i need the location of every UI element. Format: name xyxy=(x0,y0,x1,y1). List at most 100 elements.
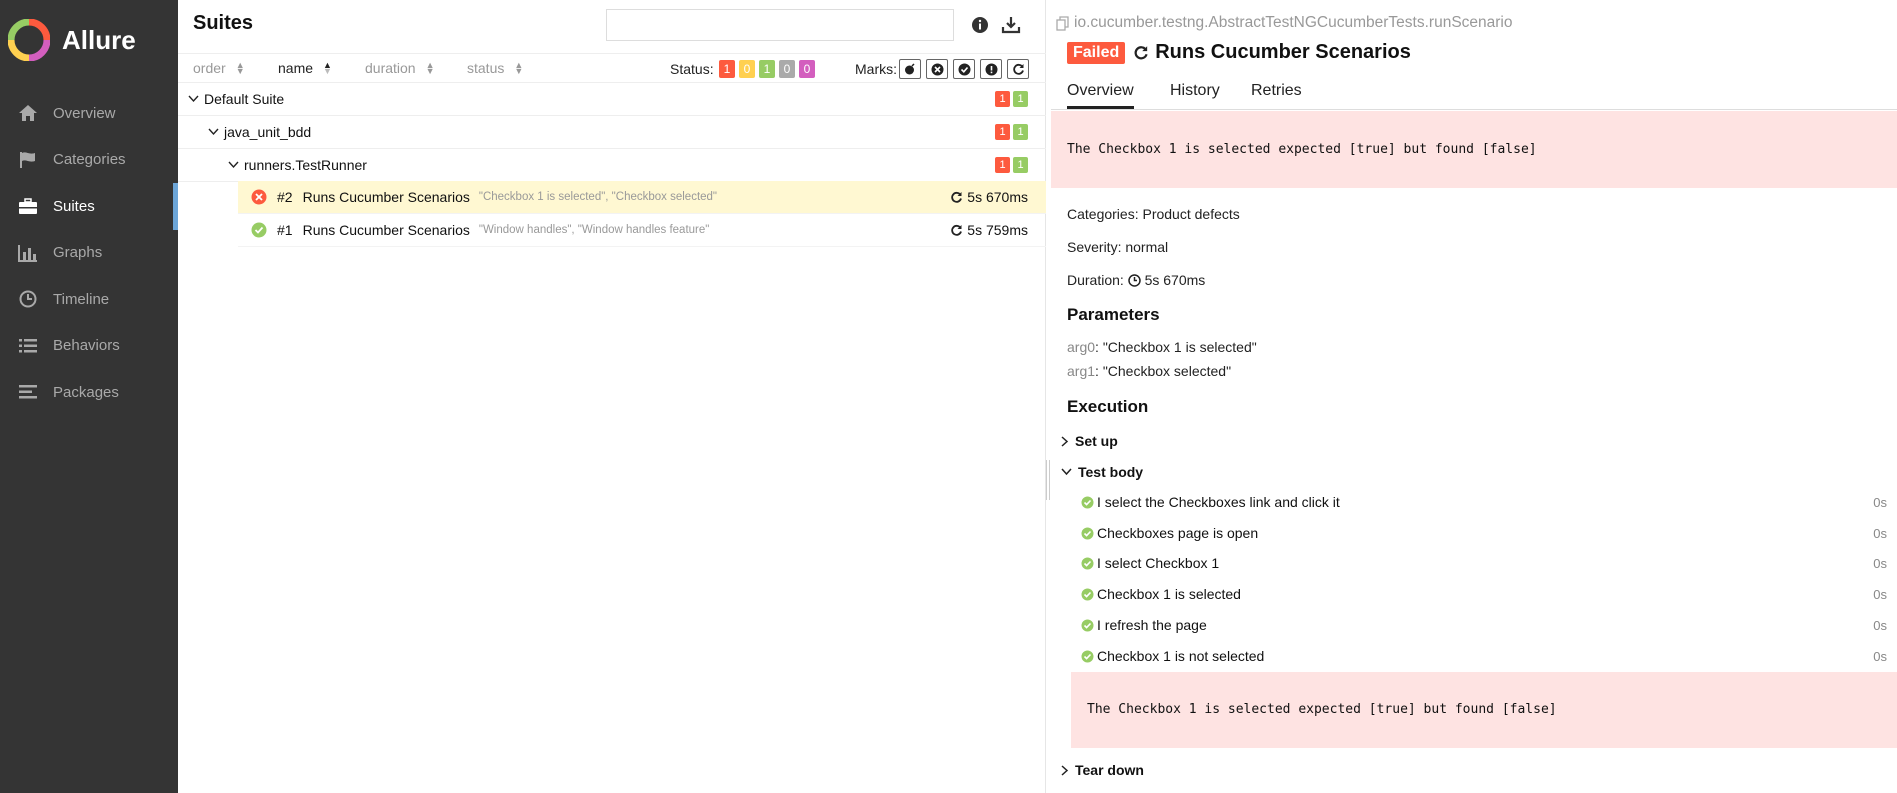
sidebar-item-graphs[interactable]: Graphs xyxy=(0,230,178,277)
test-duration: 5s 759ms xyxy=(950,222,1028,238)
failed-count-badge: 1 xyxy=(995,157,1010,173)
teardown-section[interactable]: Tear down xyxy=(1061,762,1144,778)
setup-section[interactable]: Set up xyxy=(1061,433,1118,449)
tree-node-default-suite[interactable]: Default Suite 1 1 xyxy=(178,83,1046,116)
test-params: "Window handles", "Window handles featur… xyxy=(478,224,710,236)
status-filter-failed[interactable]: 1 xyxy=(719,60,735,78)
failed-count-badge: 1 xyxy=(995,124,1010,140)
refresh-icon xyxy=(951,191,963,203)
allure-logo-icon xyxy=(8,19,50,61)
mark-new-passed-button[interactable] xyxy=(953,59,975,79)
parameter-value: "Checkbox 1 is selected" xyxy=(1102,339,1257,355)
status-filter-unknown[interactable]: 0 xyxy=(799,60,815,78)
passed-status-icon xyxy=(1081,496,1094,508)
sort-order[interactable]: order ▲ ▼ xyxy=(193,60,245,76)
error-message-box: The Checkbox 1 is selected expected [tru… xyxy=(1051,111,1897,188)
tree-node-counts: 1 1 xyxy=(995,91,1028,107)
passed-status-icon xyxy=(1081,557,1094,569)
suites-pane: Suites order ▲ ▼ name ▲ ▼ duration ▲ ▼ stat… xyxy=(178,0,1046,793)
test-title: Runs Cucumber Scenarios xyxy=(1133,41,1411,64)
sidebar-item-timeline[interactable]: Timeline xyxy=(0,276,178,323)
marks-filter xyxy=(899,59,1029,79)
step-row[interactable]: I refresh the page 0s xyxy=(1081,617,1887,633)
step-row[interactable]: I select Checkbox 1 0s xyxy=(1081,555,1887,571)
tab-history[interactable]: History xyxy=(1170,82,1220,106)
severity-value: normal xyxy=(1125,239,1169,255)
step-row[interactable]: Checkboxes page is open 0s xyxy=(1081,525,1887,541)
sort-arrows-icon: ▲ ▼ xyxy=(235,60,245,76)
test-number: #2 xyxy=(277,189,293,205)
tree-node-label: runners.TestRunner xyxy=(244,157,367,173)
step-row[interactable]: I select the Checkboxes link and click i… xyxy=(1081,494,1887,510)
passed-status-icon xyxy=(1081,650,1094,662)
align-left-icon xyxy=(17,381,39,403)
allure-report: Allure Overview Categories Suites Graphs… xyxy=(0,0,1897,793)
test-body-section[interactable]: Test body xyxy=(1061,464,1143,480)
status-filter-passed[interactable]: 1 xyxy=(759,60,775,78)
parameter-row: arg0: "Checkbox 1 is selected" xyxy=(1067,339,1257,355)
sort-status-label: status xyxy=(467,60,505,76)
step-duration: 0s xyxy=(1873,586,1887,602)
step-name: I select the Checkboxes link and click i… xyxy=(1097,494,1340,510)
sort-duration[interactable]: duration ▲ ▼ xyxy=(365,60,435,76)
copy-icon[interactable] xyxy=(1056,15,1070,31)
tree-node-java-unit-bdd[interactable]: java_unit_bdd 1 1 xyxy=(178,116,1046,149)
bomb-icon xyxy=(905,63,915,75)
step-row[interactable]: Checkbox 1 is selected 0s xyxy=(1081,586,1887,602)
sort-status[interactable]: status ▲ ▼ xyxy=(467,60,523,76)
sidebar-item-suites[interactable]: Suites xyxy=(0,183,178,230)
sort-arrows-icon: ▲ ▼ xyxy=(323,60,332,76)
chevron-down-icon xyxy=(1061,468,1072,476)
search-input[interactable] xyxy=(606,9,954,41)
times-circle-icon xyxy=(931,63,943,75)
mark-new-failed-button[interactable] xyxy=(926,59,948,79)
detail-tabs: Overview History Retries xyxy=(1051,80,1897,110)
page-title: Suites xyxy=(193,12,254,34)
chevron-down-icon xyxy=(226,161,240,169)
tab-overview[interactable]: Overview xyxy=(1067,82,1134,109)
sort-name[interactable]: name ▲ ▼ xyxy=(278,60,332,76)
test-row[interactable]: #2 Runs Cucumber Scenarios "Checkbox 1 i… xyxy=(238,181,1046,214)
step-row[interactable]: Checkbox 1 is not selected 0s xyxy=(1081,648,1887,664)
logo[interactable]: Allure xyxy=(8,18,136,62)
parameters-heading: Parameters xyxy=(1067,305,1160,324)
sidebar-item-categories[interactable]: Categories xyxy=(0,137,178,184)
step-error-box: The Checkbox 1 is selected expected [tru… xyxy=(1071,672,1897,748)
tree-node-runners-testrunner[interactable]: runners.TestRunner 1 1 xyxy=(178,149,1046,182)
check-circle-icon xyxy=(958,63,970,75)
step-duration: 0s xyxy=(1873,494,1887,510)
step-duration: 0s xyxy=(1873,617,1887,633)
brand-name: Allure xyxy=(62,24,136,55)
tab-retries[interactable]: Retries xyxy=(1251,82,1302,106)
mark-flaky-button[interactable] xyxy=(899,59,921,79)
severity-info: Severity: normal xyxy=(1067,239,1168,255)
sidebar-item-label: Suites xyxy=(53,197,95,215)
tree-node-label: Default Suite xyxy=(204,91,285,107)
refresh-icon xyxy=(1134,45,1148,59)
sidebar: Allure Overview Categories Suites Graphs… xyxy=(0,0,178,793)
sidebar-nav: Overview Categories Suites Graphs Timeli… xyxy=(0,90,178,416)
tree-node-counts: 1 1 xyxy=(995,124,1028,140)
sidebar-item-packages[interactable]: Packages xyxy=(0,369,178,416)
download-icon[interactable] xyxy=(1000,14,1022,36)
flag-icon xyxy=(17,149,39,171)
test-params: "Checkbox 1 is selected", "Checkbox sele… xyxy=(478,191,718,203)
test-row[interactable]: #1 Runs Cucumber Scenarios "Window handl… xyxy=(238,214,1046,247)
chevron-down-icon xyxy=(186,95,200,103)
sidebar-item-label: Timeline xyxy=(53,290,110,308)
failed-count-badge: 1 xyxy=(995,91,1010,107)
sort-order-label: order xyxy=(193,60,226,76)
tree-node-label: java_unit_bdd xyxy=(224,124,312,140)
briefcase-icon xyxy=(17,195,39,217)
info-icon[interactable] xyxy=(969,14,991,36)
sidebar-item-behaviors[interactable]: Behaviors xyxy=(0,323,178,370)
mark-new-broken-button[interactable] xyxy=(980,59,1002,79)
status-filter-broken[interactable]: 0 xyxy=(739,60,755,78)
mark-retries-button[interactable] xyxy=(1007,59,1029,79)
status-filter-skipped[interactable]: 0 xyxy=(779,60,795,78)
passed-status-icon xyxy=(1081,527,1094,539)
sidebar-item-overview[interactable]: Overview xyxy=(0,90,178,137)
duration-info: Duration: 5s 670ms xyxy=(1067,272,1205,288)
test-name: Runs Cucumber Scenarios xyxy=(302,189,470,205)
teardown-label: Tear down xyxy=(1075,762,1144,778)
